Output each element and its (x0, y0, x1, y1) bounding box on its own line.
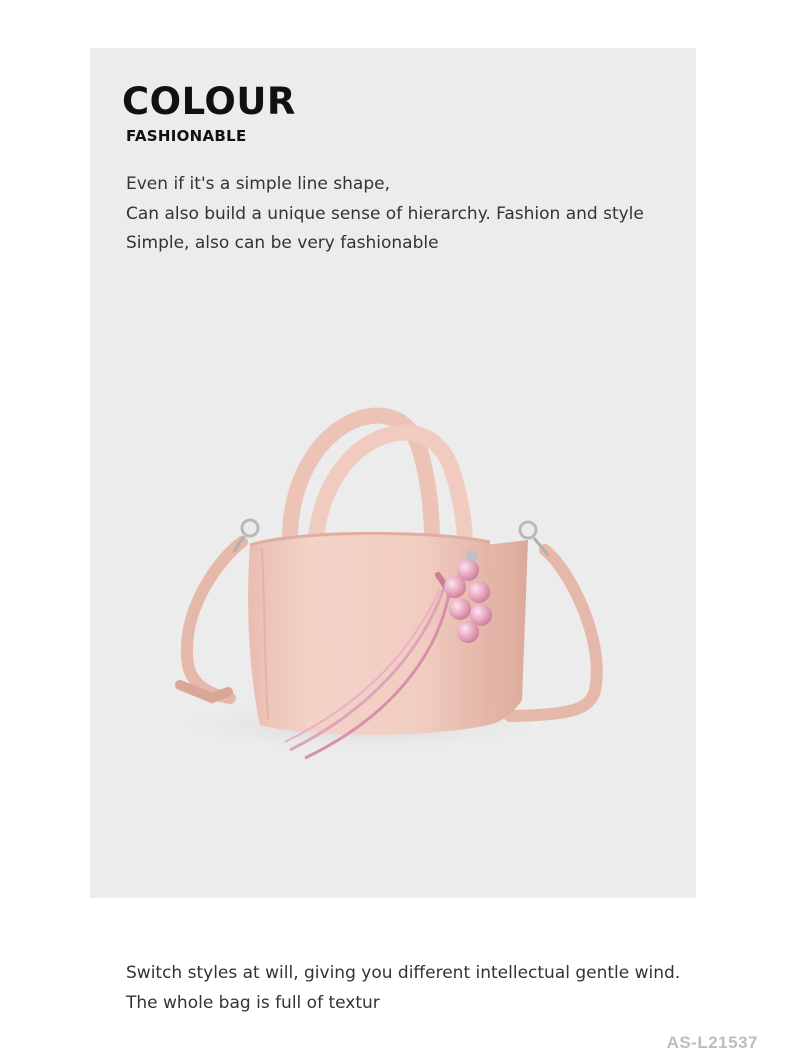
footer-line: Switch styles at will, giving you differ… (126, 963, 681, 983)
sku-code: AS-L21537 (666, 1033, 758, 1052)
product-image-handbag (170, 407, 603, 760)
description-line: Even if it's a simple line shape, (126, 174, 390, 194)
left-clasp (240, 518, 260, 538)
description-line: Can also build a unique sense of hierarc… (126, 203, 644, 224)
footer-line: The whole bag is full of textur (126, 992, 380, 1013)
charm-bead (457, 621, 479, 643)
right-clasp (518, 520, 538, 540)
description-line: Simple, also can be very fashionable (126, 233, 439, 253)
page-subtitle: FASHIONABLE (126, 127, 247, 145)
left-strap (180, 536, 248, 704)
charm-bead (444, 576, 466, 598)
description-text: Even if it's a simple line shape, Can al… (126, 170, 644, 259)
charm-ring (466, 550, 478, 562)
charm-bead (449, 598, 471, 620)
charm-bead (468, 581, 490, 603)
page-title: COLOUR (122, 80, 296, 123)
footer-text: Switch styles at will, giving you differ… (126, 959, 680, 1018)
